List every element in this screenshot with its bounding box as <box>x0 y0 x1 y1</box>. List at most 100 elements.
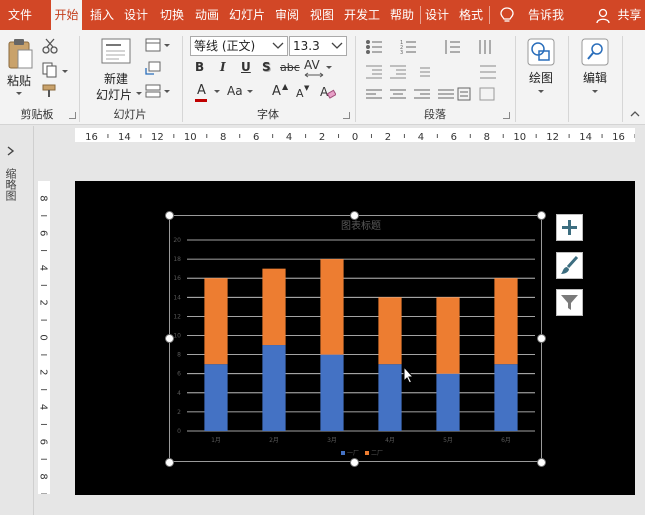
new-slide-icon[interactable] <box>101 38 131 66</box>
slides-group-label: 幻灯片 <box>113 108 147 121</box>
bar-series2[interactable] <box>378 297 402 365</box>
ruler-tick-label: 2 <box>38 369 49 375</box>
search-icon[interactable] <box>581 38 609 66</box>
copy-dropdown-icon[interactable] <box>62 70 68 73</box>
resize-handle-bottom-right[interactable] <box>537 458 546 467</box>
clear-formatting-icon[interactable]: A <box>320 85 336 99</box>
editing-dropdown-icon[interactable] <box>592 90 598 93</box>
layout-icon[interactable] <box>145 38 161 52</box>
bar-series1[interactable] <box>436 373 460 431</box>
tab-animations[interactable]: 动画 <box>190 0 224 30</box>
tab-developer[interactable]: 开发工 <box>340 0 384 30</box>
new-slide-dropdown-icon[interactable] <box>136 92 142 95</box>
tab-format[interactable]: 格式 <box>455 0 487 30</box>
chart-styles-button[interactable] <box>556 252 583 279</box>
bar-series2[interactable] <box>494 278 518 365</box>
editing-label[interactable]: 编辑 <box>574 69 616 86</box>
font-launcher-icon[interactable] <box>343 112 350 119</box>
bar-series1[interactable] <box>320 354 344 431</box>
clipboard-launcher-icon[interactable] <box>69 112 76 119</box>
font-color-dropdown-icon[interactable] <box>214 90 220 93</box>
resize-handle-bottom[interactable] <box>350 458 359 467</box>
tab-insert[interactable]: 插入 <box>86 0 118 30</box>
chevron-down-icon[interactable] <box>272 42 284 50</box>
bar-series1[interactable] <box>378 364 402 431</box>
tab-transitions[interactable]: 切换 <box>156 0 188 30</box>
new-slide-label-1[interactable]: 新建 <box>96 70 136 87</box>
bar-series2[interactable] <box>436 297 460 374</box>
y-tick-label: 2 <box>177 409 181 416</box>
grow-font-button[interactable]: A <box>272 84 281 99</box>
clipboard-group-label: 剪贴板 <box>20 108 54 121</box>
copy-icon[interactable] <box>42 62 58 78</box>
chart-area[interactable]: 图表标题 0 2 4 6 8 10 12 14 16 18 20 1月 2月 3月 4月 5月 6月一厂 二厂 <box>169 215 542 462</box>
drawing-dropdown-icon[interactable] <box>538 90 544 93</box>
strikethrough-button[interactable]: abc <box>280 61 300 74</box>
paste-icon[interactable] <box>7 38 33 70</box>
tab-view[interactable]: 视图 <box>306 0 338 30</box>
resize-handle-left[interactable] <box>165 334 174 343</box>
section-icon[interactable] <box>145 84 161 98</box>
x-tick-label: 1月 <box>211 437 221 444</box>
bold-button[interactable]: B <box>195 60 204 74</box>
resize-handle-top-left[interactable] <box>165 211 174 220</box>
x-tick-label: 5月 <box>443 437 453 444</box>
ruler-tick-label: 8 <box>38 473 49 479</box>
group-separator <box>515 36 516 122</box>
character-spacing-button[interactable]: AV <box>304 58 320 72</box>
bar-series1[interactable] <box>204 364 228 431</box>
group-separator <box>568 36 569 122</box>
paragraph-launcher-icon[interactable] <box>503 112 510 119</box>
bar-series2[interactable] <box>262 268 286 346</box>
ruler-tick-label: 16 <box>85 132 98 143</box>
format-painter-icon[interactable] <box>42 84 58 98</box>
reset-icon[interactable] <box>145 61 161 75</box>
grow-arrow-icon: ▲ <box>282 82 289 91</box>
resize-handle-top-right[interactable] <box>537 211 546 220</box>
font-color-button[interactable]: A <box>197 83 206 98</box>
tab-file[interactable]: 文件 <box>0 0 40 30</box>
section-dropdown-icon[interactable] <box>164 90 170 93</box>
chevron-right-icon[interactable] <box>7 146 15 156</box>
chart-title[interactable]: 图表标题 <box>341 219 381 232</box>
tell-me-search[interactable]: 告诉我 <box>525 0 567 30</box>
shadow-button[interactable]: S <box>262 60 271 74</box>
bar-series1[interactable] <box>262 345 286 431</box>
svg-text:A: A <box>320 85 329 99</box>
italic-button[interactable]: I <box>220 60 226 74</box>
tab-review[interactable]: 审阅 <box>270 0 304 30</box>
layout-dropdown-icon[interactable] <box>164 44 170 47</box>
thumbnail-pane-label[interactable]: 缩略图 <box>3 168 17 201</box>
underline-button[interactable]: U <box>241 60 251 74</box>
shrink-font-button[interactable]: A <box>296 87 304 100</box>
bar-series2[interactable] <box>204 278 228 365</box>
resize-handle-right[interactable] <box>537 334 546 343</box>
paste-dropdown-icon[interactable] <box>16 92 22 95</box>
ruler-tick-label: 8 <box>220 132 226 143</box>
resize-handle-top[interactable] <box>350 211 359 220</box>
spacing-dropdown-icon[interactable] <box>326 66 332 69</box>
tab-help[interactable]: 帮助 <box>386 0 418 30</box>
bar-series1[interactable] <box>494 364 518 431</box>
bar-series2[interactable] <box>320 259 344 355</box>
drawing-shapes-icon[interactable] <box>527 38 555 66</box>
new-slide-label-2[interactable]: 幻灯片 <box>92 86 136 103</box>
chart-filters-button[interactable] <box>556 289 583 316</box>
tab-slideshow[interactable]: 幻灯片 <box>226 0 268 30</box>
collapse-ribbon-icon[interactable] <box>630 110 640 118</box>
resize-handle-bottom-left[interactable] <box>165 458 174 467</box>
tab-home[interactable]: 开始 <box>51 0 82 30</box>
lightbulb-icon[interactable] <box>500 7 514 24</box>
paste-label[interactable]: 粘贴 <box>4 72 34 89</box>
y-tick-label: 16 <box>173 275 181 282</box>
tab-chart-design[interactable]: 设计 <box>421 0 453 30</box>
chart-elements-button[interactable] <box>556 214 583 241</box>
chevron-down-icon[interactable] <box>331 42 343 50</box>
change-case-button[interactable]: Aa <box>227 84 243 98</box>
change-case-dropdown-icon[interactable] <box>247 90 253 93</box>
tab-design[interactable]: 设计 <box>120 0 152 30</box>
share-button[interactable]: 共享 <box>614 0 645 30</box>
drawing-label[interactable]: 绘图 <box>520 69 562 86</box>
cut-icon[interactable] <box>42 38 58 54</box>
thumbnail-pane: 缩略图 <box>0 126 34 515</box>
